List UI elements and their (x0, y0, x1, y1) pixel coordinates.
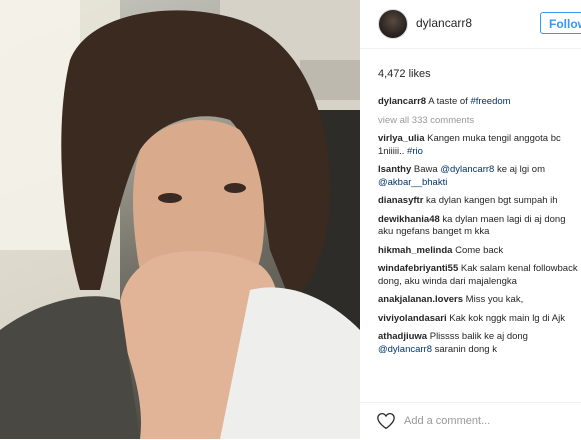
comment-mention[interactable]: @akbar__bhakti (378, 177, 447, 188)
comment-text: saranin dong k (432, 343, 497, 355)
comment-item: lsanthy Bawa @dylancarr8 ke aj lgi om @a… (378, 164, 578, 189)
comment-item: windafebriyanti55 Kak salam kenal follow… (378, 263, 578, 288)
comment-username[interactable]: athadjiuwa (378, 331, 427, 342)
comment-item: athadjiuwa Plissss balik ke aj dong @dyl… (378, 331, 578, 356)
comment-text: ke aj lgi om (494, 164, 545, 175)
comment-mention[interactable]: @dylancarr8 (440, 164, 494, 175)
comment-item: dianasyftr ka dylan kangen bgt sumpah ih (378, 195, 578, 208)
comment-hashtag[interactable]: #rio (407, 146, 423, 157)
comment-item: hikmah_melinda Come back (378, 245, 578, 258)
comment-username[interactable]: hikmah_melinda (378, 245, 452, 256)
caption-hashtag[interactable]: #freedom (470, 96, 510, 107)
comment-username[interactable]: anakjalanan.lovers (378, 294, 463, 305)
likes-count[interactable]: 4,472 likes (378, 68, 431, 80)
caption-text: A taste of (428, 96, 471, 107)
view-all-comments-link[interactable]: view all 333 comments (378, 115, 578, 128)
post-header: dylancarr8 Follow (360, 0, 581, 49)
comment-item: virlya_ulia Kangen muka tengil anggota b… (378, 133, 578, 158)
comment-username[interactable]: windafebriyanti55 (378, 263, 458, 274)
comment-footer: Add a comment... (360, 402, 581, 440)
comment-text: ka dylan kangen bgt sumpah ih (426, 195, 558, 206)
comment-username[interactable]: lsanthy (378, 164, 411, 175)
comment-username[interactable]: dianasyftr (378, 195, 423, 206)
comment-item: viviyolandasari Kak kok nggk main lg di … (378, 313, 578, 326)
comment-text: Come back (455, 244, 504, 256)
photo-illustration (0, 0, 360, 439)
comment-text: Kak kok nggk main lg di Ajk (449, 312, 565, 324)
comment-username[interactable]: virlya_ulia (378, 133, 424, 144)
caption: dylancarr8 A taste of #freedom (378, 96, 578, 109)
post-sidebar: dylancarr8 Follow 4,472 likes dylancarr8… (360, 0, 581, 439)
header-username[interactable]: dylancarr8 (416, 16, 472, 30)
comment-text: Plissss balik ke aj dong (429, 331, 528, 342)
comment-item: dewikhania48 ka dylan maen lagi di aj do… (378, 214, 578, 239)
post-photo[interactable] (0, 0, 360, 439)
comment-list: dylancarr8 A taste of #freedom view all … (378, 96, 578, 362)
comment-username[interactable]: viviyolandasari (378, 313, 447, 324)
comment-input[interactable]: Add a comment... (404, 415, 490, 427)
comment-item: anakjalanan.lovers Miss you kak, (378, 294, 578, 307)
comment-mention[interactable]: @dylancarr8 (378, 344, 432, 355)
caption-username[interactable]: dylancarr8 (378, 96, 426, 107)
avatar[interactable] (378, 9, 408, 39)
follow-button[interactable]: Follow (540, 12, 581, 34)
heart-icon[interactable] (376, 412, 396, 430)
comment-text: Miss you kak, (465, 294, 524, 305)
comment-text: Bawa (413, 164, 441, 175)
comment-username[interactable]: dewikhania48 (378, 214, 440, 225)
